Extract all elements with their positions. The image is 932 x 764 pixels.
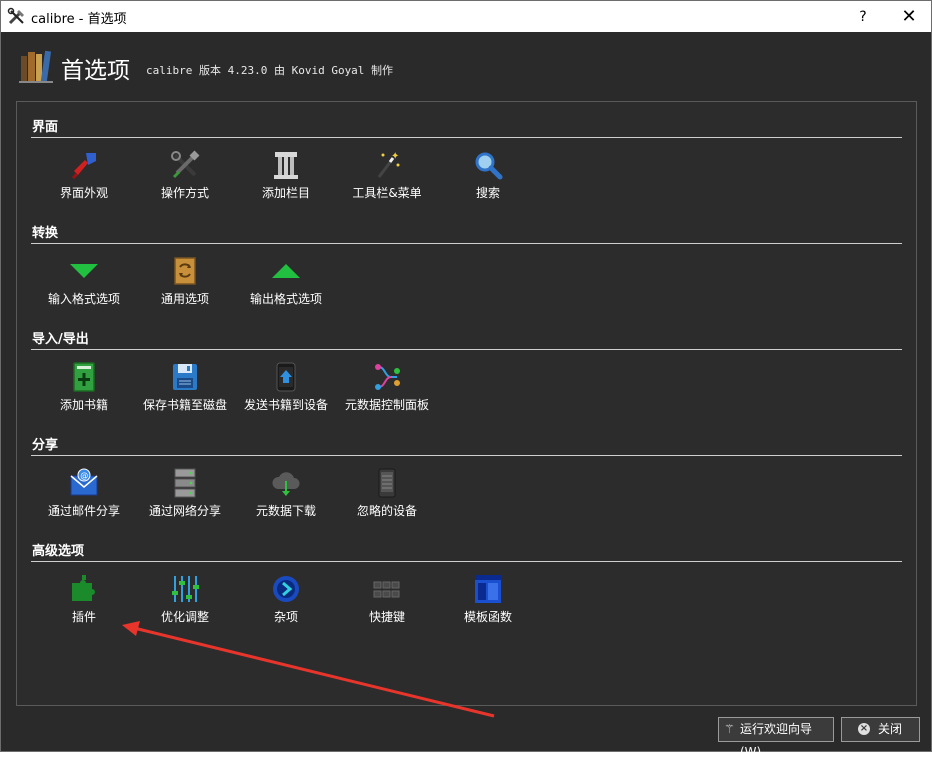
- pref-sharing-server[interactable]: 通过网络分享: [133, 467, 237, 519]
- window-close-button[interactable]: ✕: [893, 5, 925, 29]
- pref-ignored-devices[interactable]: 忽略的设备: [335, 467, 439, 519]
- arrow-down-icon: [70, 264, 98, 278]
- keyboard-icon: [373, 581, 400, 598]
- mail-icon: @: [70, 468, 98, 496]
- pref-label: 通过网络分享: [148, 504, 221, 518]
- wand-icon: ⚚: [724, 722, 735, 736]
- section-title-advanced: 高级选项: [32, 544, 85, 559]
- pref-search[interactable]: 搜索: [436, 149, 540, 201]
- window-title: calibre - 首选项: [31, 12, 127, 27]
- calibre-logo-icon: [19, 50, 53, 83]
- pref-label: 元数据下载: [255, 504, 316, 518]
- pref-label: 快捷键: [368, 610, 405, 624]
- section-title-conversion: 转换: [32, 226, 59, 241]
- tweaks-icon: [172, 576, 199, 602]
- pref-miscellaneous[interactable]: 杂项: [234, 573, 338, 625]
- pref-label: 输入格式选项: [47, 292, 120, 306]
- svg-text:✦: ✦: [391, 151, 399, 162]
- help-button[interactable]: ?: [849, 5, 877, 29]
- section-divider: [31, 349, 902, 350]
- section-title-sharing: 分享: [32, 438, 59, 453]
- section-divider: [31, 243, 902, 244]
- pref-label: 通过邮件分享: [47, 504, 120, 518]
- misc-icon: [273, 576, 299, 602]
- pref-label: 工具栏&菜单: [352, 186, 422, 200]
- pref-label: 通用选项: [160, 292, 209, 306]
- run-wizard-label: 运行欢迎向导(W): [740, 722, 813, 759]
- pref-sending-books[interactable]: 发送书籍到设备: [234, 361, 338, 413]
- search-icon: [475, 152, 503, 180]
- pref-label: 杂项: [273, 610, 298, 624]
- metadata-plugboard-icon: [375, 364, 400, 390]
- pref-toolbar-menus[interactable]: ✦ 工具栏&菜单: [335, 149, 439, 201]
- pref-label: 发送书籍到设备: [243, 398, 328, 412]
- version-text: calibre 版本 4.23.0 由 Kovid Goyal 制作: [146, 64, 394, 77]
- plugin-icon: [72, 575, 95, 601]
- pref-label: 搜索: [475, 186, 500, 200]
- pref-label: 界面外观: [59, 186, 108, 200]
- server-icon: [174, 468, 196, 498]
- section-divider: [31, 561, 902, 562]
- pref-label: 优化调整: [160, 610, 209, 624]
- pref-custom-columns[interactable]: 添加栏目: [234, 149, 338, 201]
- pref-input-options[interactable]: 输入格式选项: [32, 255, 136, 307]
- template-icon: [475, 575, 501, 603]
- section-title-interface: 界面: [32, 120, 59, 135]
- pref-sharing-email[interactable]: @ 通过邮件分享: [32, 467, 136, 519]
- column-icon: [274, 152, 298, 179]
- pref-metadata-plugboards[interactable]: 元数据控制面板: [335, 361, 439, 413]
- pref-plugins[interactable]: 插件: [32, 573, 136, 625]
- pref-label: 元数据控制面板: [344, 398, 429, 412]
- send-device-icon: [276, 362, 296, 392]
- preferences-window: calibre - 首选项 ? ✕ 首选项 calibre 版本 4.23.0 …: [0, 0, 932, 759]
- pref-label: 插件: [71, 610, 96, 624]
- convert-icon: [174, 257, 196, 285]
- cloud-download-icon: [272, 472, 300, 496]
- pref-behavior[interactable]: 操作方式: [133, 149, 237, 201]
- pref-look-and-feel[interactable]: 界面外观: [32, 149, 136, 201]
- pref-label: 模板函数: [463, 610, 512, 624]
- pref-label: 保存书籍至磁盘: [142, 398, 227, 412]
- section-divider: [31, 455, 902, 456]
- calibre-tools-icon: [7, 7, 24, 25]
- close-label: 关闭: [878, 722, 903, 736]
- pref-label: 操作方式: [160, 186, 209, 200]
- pref-shortcuts[interactable]: 快捷键: [335, 573, 439, 625]
- pref-label: 输出格式选项: [249, 292, 322, 306]
- pref-label: 忽略的设备: [356, 504, 417, 518]
- svg-text:@: @: [80, 471, 88, 480]
- section-divider: [31, 137, 902, 138]
- preferences-panel: 界面 界面外观 操作方式 添加栏目 ✦ 工具栏&菜单 搜索 转换 输入格式选项 …: [16, 101, 917, 706]
- wand-icon: ✦: [377, 151, 400, 178]
- pref-output-options[interactable]: 输出格式选项: [234, 255, 338, 307]
- paintbrush-icon: [72, 153, 96, 179]
- pref-tweaks[interactable]: 优化调整: [133, 573, 237, 625]
- title-bar: calibre - 首选项 ? ✕: [1, 1, 931, 32]
- page-title: 首选项: [61, 58, 130, 84]
- pref-template-functions[interactable]: 模板函数: [436, 573, 540, 625]
- pref-common-options[interactable]: 通用选项: [133, 255, 237, 307]
- pref-metadata-download[interactable]: 元数据下载: [234, 467, 338, 519]
- add-book-icon: [73, 362, 95, 392]
- pref-saving-books[interactable]: 保存书籍至磁盘: [133, 361, 237, 413]
- save-icon: [173, 364, 197, 390]
- run-wizard-button[interactable]: ⚚ 运行欢迎向导(W): [718, 717, 834, 759]
- section-title-import-export: 导入/导出: [32, 332, 89, 347]
- close-circle-icon: ×: [858, 723, 870, 735]
- preferences-header: 首选项 calibre 版本 4.23.0 由 Kovid Goyal 制作: [1, 32, 931, 102]
- arrow-up-icon: [272, 264, 300, 278]
- pref-label: 添加书籍: [59, 398, 108, 412]
- close-button[interactable]: × 关闭: [841, 717, 920, 742]
- pref-label: 添加栏目: [261, 186, 310, 200]
- pref-adding-books[interactable]: 添加书籍: [32, 361, 136, 413]
- tools-icon: [171, 150, 200, 178]
- ignored-device-icon: [378, 468, 396, 498]
